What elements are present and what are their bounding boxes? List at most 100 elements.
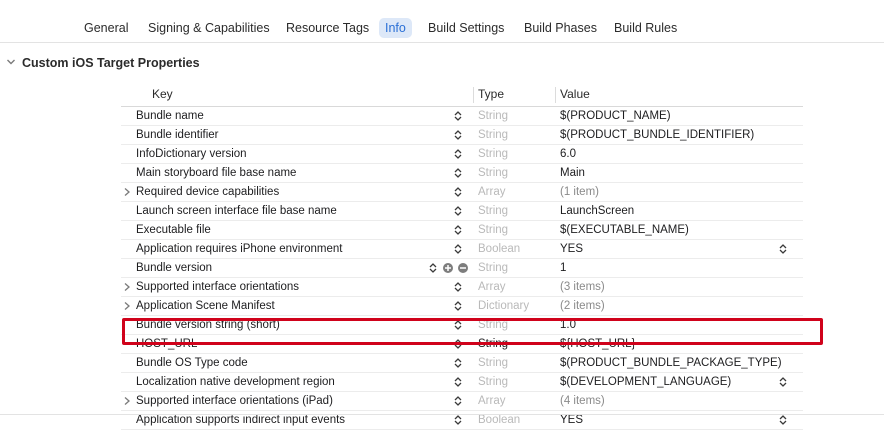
row-type[interactable]: String (478, 335, 508, 353)
key-stepper-icon[interactable] (454, 148, 462, 160)
key-stepper-icon[interactable] (454, 243, 462, 255)
tab-resource-tags[interactable]: Resource Tags (280, 18, 375, 38)
key-stepper-icon[interactable] (454, 205, 462, 217)
column-header-type[interactable]: Type (478, 87, 504, 101)
row-key[interactable]: Supported interface orientations (iPad) (136, 392, 333, 410)
table-row[interactable]: Bundle name String $(PRODUCT_NAME) (121, 107, 803, 126)
tab-general[interactable]: General (78, 18, 134, 38)
row-value[interactable]: LaunchScreen (560, 202, 634, 220)
row-value[interactable]: (3 items) (560, 278, 605, 296)
table-row[interactable]: Main storyboard file base name String Main (121, 164, 803, 183)
table-row[interactable]: Executable file String $(EXECUTABLE_NAME) (121, 221, 803, 240)
row-type[interactable]: Array (478, 392, 505, 410)
row-key[interactable]: Main storyboard file base name (136, 164, 296, 182)
chevron-right-icon[interactable] (123, 396, 131, 406)
tab-build-rules[interactable]: Build Rules (608, 18, 683, 38)
key-stepper-icon[interactable] (454, 186, 462, 198)
row-type[interactable]: String (478, 373, 508, 391)
key-stepper-icon[interactable] (454, 376, 462, 388)
row-value[interactable]: YES (560, 240, 583, 258)
table-row[interactable]: Localization native development region St… (121, 373, 803, 392)
table-row[interactable]: Bundle identifier String $(PRODUCT_BUNDLE_… (121, 126, 803, 145)
chevron-right-icon[interactable] (123, 282, 131, 292)
remove-icon[interactable] (457, 262, 469, 274)
row-value[interactable]: (1 item) (560, 183, 599, 201)
key-stepper-icon[interactable] (454, 224, 462, 236)
table-row[interactable]: Bundle version String 1 (121, 259, 803, 278)
row-type[interactable]: String (478, 107, 508, 125)
key-stepper-icon[interactable] (454, 395, 462, 407)
table-row[interactable]: HOST_URL String ${HOST_URL} (121, 335, 803, 354)
row-value[interactable]: (2 items) (560, 297, 605, 315)
row-value[interactable]: $(EXECUTABLE_NAME) (560, 221, 689, 239)
table-row[interactable]: InfoDictionary version String 6.0 (121, 145, 803, 164)
row-value[interactable]: Main (560, 164, 585, 182)
key-stepper-icon[interactable] (454, 281, 462, 293)
row-key[interactable]: HOST_URL (136, 335, 197, 353)
row-key[interactable]: Launch screen interface file base name (136, 202, 337, 220)
table-row[interactable]: Application requires iPhone environment B… (121, 240, 803, 259)
row-key[interactable]: Application requires iPhone environment (136, 240, 342, 258)
chevron-down-icon[interactable] (6, 57, 16, 67)
row-key[interactable]: Bundle name (136, 107, 204, 125)
tab-info[interactable]: Info (379, 18, 412, 38)
row-type[interactable]: String (478, 126, 508, 144)
row-key[interactable]: Bundle identifier (136, 126, 218, 144)
row-value[interactable]: (4 items) (560, 392, 605, 410)
key-stepper-icon[interactable] (454, 110, 462, 122)
row-type[interactable]: String (478, 316, 508, 334)
row-value[interactable]: 6.0 (560, 145, 576, 163)
key-stepper-icon[interactable] (454, 319, 462, 331)
table-row[interactable]: Bundle OS Type code String $(PRODUCT_BUNDL… (121, 354, 803, 373)
row-key[interactable]: Application Scene Manifest (136, 297, 275, 315)
row-type[interactable]: Boolean (478, 240, 520, 258)
chevron-right-icon[interactable] (123, 187, 131, 197)
table-row[interactable]: Launch screen interface file base name St… (121, 202, 803, 221)
row-key[interactable]: Bundle version (136, 259, 212, 277)
key-stepper-icon[interactable] (454, 338, 462, 350)
table-row[interactable]: Supported interface orientations Array (3 … (121, 278, 803, 297)
value-stepper-icon[interactable] (779, 414, 787, 426)
key-stepper-icon[interactable] (454, 167, 462, 179)
tab-build-settings[interactable]: Build Settings (422, 18, 510, 38)
row-type[interactable]: Array (478, 278, 505, 296)
column-header-key[interactable]: Key (152, 87, 173, 101)
section-header[interactable]: Custom iOS Target Properties (6, 54, 200, 72)
row-key[interactable]: Bundle OS Type code (136, 354, 248, 372)
column-header-value[interactable]: Value (560, 87, 590, 101)
row-type[interactable]: String (478, 354, 508, 372)
row-key[interactable]: Required device capabilities (136, 183, 279, 201)
row-type[interactable]: Array (478, 183, 505, 201)
tab-build-phases[interactable]: Build Phases (518, 18, 603, 38)
row-key[interactable]: Localization native development region (136, 373, 335, 391)
chevron-right-icon[interactable] (123, 301, 131, 311)
value-stepper-icon[interactable] (779, 243, 787, 255)
key-stepper-icon[interactable] (454, 414, 462, 426)
row-key[interactable]: InfoDictionary version (136, 145, 247, 163)
row-type[interactable]: String (478, 221, 508, 239)
row-type[interactable]: String (478, 259, 508, 277)
table-row[interactable]: Bundle version string (short) String 1.0 (121, 316, 803, 335)
row-type[interactable]: String (478, 164, 508, 182)
row-value[interactable]: $(DEVELOPMENT_LANGUAGE) (560, 373, 731, 391)
tab-signing-capabilities[interactable]: Signing & Capabilities (142, 18, 276, 38)
row-key[interactable]: Bundle version string (short) (136, 316, 280, 334)
add-icon[interactable] (442, 262, 454, 274)
key-stepper-icon[interactable] (454, 357, 462, 369)
table-row[interactable]: Supported interface orientations (iPad) A… (121, 392, 803, 411)
key-stepper-icon[interactable] (454, 300, 462, 312)
row-type[interactable]: String (478, 145, 508, 163)
table-row[interactable]: Required device capabilities Array (1 item… (121, 183, 803, 202)
row-key[interactable]: Supported interface orientations (136, 278, 299, 296)
row-value[interactable]: 1.0 (560, 316, 576, 334)
key-stepper-icon[interactable] (454, 129, 462, 141)
row-value[interactable]: $(PRODUCT_BUNDLE_IDENTIFIER) (560, 126, 754, 144)
table-row[interactable]: Application Scene Manifest Dictionary (2 i… (121, 297, 803, 316)
row-value[interactable]: 1 (560, 259, 566, 277)
row-value[interactable]: $(PRODUCT_BUNDLE_PACKAGE_TYPE) (560, 354, 782, 372)
row-value[interactable]: ${HOST_URL} (560, 335, 635, 353)
row-type[interactable]: String (478, 202, 508, 220)
row-type[interactable]: Dictionary (478, 297, 529, 315)
row-value[interactable]: $(PRODUCT_NAME) (560, 107, 671, 125)
row-key[interactable]: Executable file (136, 221, 211, 239)
